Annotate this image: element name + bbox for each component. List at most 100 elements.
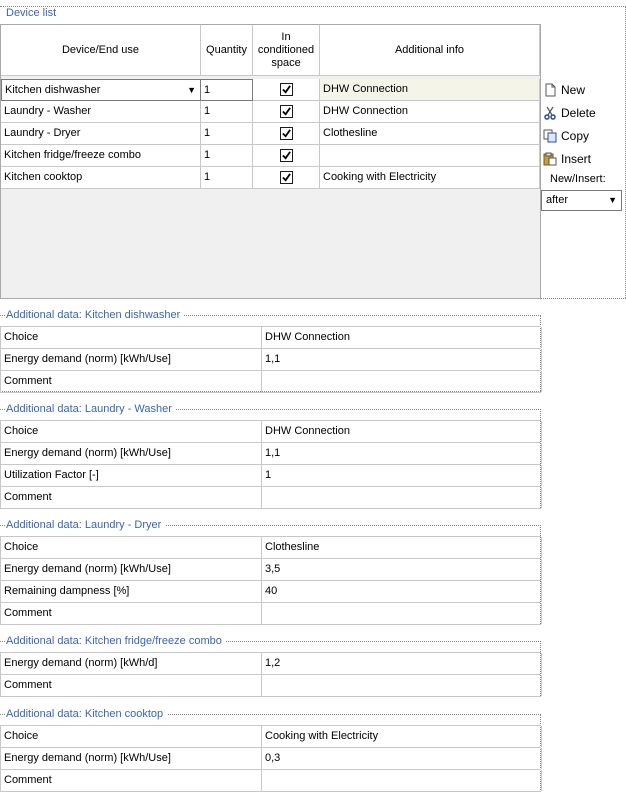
property-row: Comment	[1, 487, 542, 509]
property-row: Energy demand (norm) [kWh/d] 1,2	[1, 653, 542, 675]
property-row: Energy demand (norm) [kWh/Use] 1,1	[1, 349, 542, 371]
info-cell[interactable]: DHW Connection	[320, 79, 540, 101]
property-label: Comment	[1, 487, 262, 508]
info-cell[interactable]	[320, 145, 540, 167]
section-title-cooktop: Additional data: Kitchen cooktop	[6, 708, 168, 721]
property-label: Remaining dampness [%]	[1, 581, 262, 602]
insert-button-label: Insert	[561, 152, 592, 166]
device-name: Kitchen dishwasher	[5, 84, 101, 96]
section-title-washer: Additional data: Laundry - Washer	[6, 403, 176, 416]
property-label: Energy demand (norm) [kWh/Use]	[1, 559, 262, 580]
quantity-input[interactable]: 1	[201, 79, 253, 101]
quantity-cell[interactable]: 1	[201, 167, 253, 189]
quantity-cell[interactable]: 1	[201, 145, 253, 167]
info-cell[interactable]: Clothesline	[320, 123, 540, 145]
device-name[interactable]: Kitchen cooktop	[1, 167, 201, 189]
device-name[interactable]: Laundry - Dryer	[1, 123, 201, 145]
property-value[interactable]: 1	[262, 465, 542, 486]
property-row: Comment	[1, 675, 542, 697]
dropdown-arrow-icon[interactable]: ▼	[608, 195, 617, 205]
cooktop-table: Choice Cooking with Electricity Energy de…	[0, 725, 542, 792]
property-value[interactable]: 1,1	[262, 349, 542, 370]
property-row: Energy demand (norm) [kWh/Use] 1,1	[1, 443, 542, 465]
property-label: Choice	[1, 537, 262, 558]
conditioned-checkbox[interactable]	[280, 149, 293, 162]
scissors-icon	[544, 106, 556, 120]
clipboard-icon	[543, 152, 557, 166]
property-value[interactable]	[262, 770, 542, 791]
property-value[interactable]: 3,5	[262, 559, 542, 580]
delete-button-label: Delete	[561, 106, 596, 120]
device-select[interactable]: Kitchen dishwasher ▼	[1, 79, 201, 101]
property-value[interactable]	[262, 371, 542, 392]
new-button[interactable]: New	[543, 80, 585, 100]
property-row: Comment	[1, 770, 542, 792]
property-row: Remaining dampness [%] 40	[1, 581, 542, 603]
property-label: Utilization Factor [-]	[1, 465, 262, 486]
copy-button-label: Copy	[561, 129, 590, 143]
property-label: Comment	[1, 371, 262, 392]
insert-button[interactable]: Insert	[543, 149, 591, 169]
property-row: Choice DHW Connection	[1, 327, 542, 349]
column-header-conditioned[interactable]: In conditioned space	[253, 25, 320, 76]
conditioned-checkbox[interactable]	[280, 171, 293, 184]
conditioned-checkbox[interactable]	[280, 83, 293, 96]
property-value[interactable]: 40	[262, 581, 542, 602]
device-list-title: Device list	[6, 7, 61, 20]
column-header-info[interactable]: Additional info	[320, 25, 540, 76]
property-label: Choice	[1, 327, 262, 348]
property-row: Choice Clothesline	[1, 537, 542, 559]
info-cell[interactable]: Cooking with Electricity	[320, 167, 540, 189]
property-label: Energy demand (norm) [kWh/Use]	[1, 748, 262, 769]
property-value[interactable]: 0,3	[262, 748, 542, 769]
copy-button[interactable]: Copy	[543, 126, 589, 146]
new-insert-select[interactable]: after ▼	[541, 190, 622, 211]
section-title-dishwasher: Additional data: Kitchen dishwasher	[6, 309, 185, 322]
new-insert-value: after	[546, 194, 569, 206]
fridge-table: Energy demand (norm) [kWh/d] 1,2 Comment	[0, 652, 542, 697]
property-value[interactable]: 1,1	[262, 443, 542, 464]
new-insert-label: New/Insert:	[550, 173, 606, 185]
conditioned-checkbox[interactable]	[280, 127, 293, 140]
washer-table: Choice DHW Connection Energy demand (norm…	[0, 420, 542, 509]
conditioned-checkbox[interactable]	[280, 105, 293, 118]
section-title-dryer: Additional data: Laundry - Dryer	[6, 519, 166, 532]
property-value[interactable]	[262, 487, 542, 508]
property-value[interactable]: Clothesline	[262, 537, 542, 558]
copy-icon	[543, 129, 557, 143]
property-value[interactable]: DHW Connection	[262, 327, 542, 348]
quantity-cell[interactable]: 1	[201, 123, 253, 145]
property-label: Choice	[1, 421, 262, 442]
dropdown-arrow-icon[interactable]: ▼	[187, 80, 196, 100]
section-title-fridge: Additional data: Kitchen fridge/freeze c…	[6, 635, 226, 648]
property-value[interactable]: 1,2	[262, 653, 542, 674]
property-row: Energy demand (norm) [kWh/Use] 3,5	[1, 559, 542, 581]
property-row: Choice Cooking with Electricity	[1, 726, 542, 748]
device-list-grid[interactable]: Device/End use Quantity In conditioned s…	[0, 24, 541, 299]
quantity-cell[interactable]: 1	[201, 101, 253, 123]
property-label: Comment	[1, 603, 262, 624]
property-label: Comment	[1, 770, 262, 791]
property-row: Choice DHW Connection	[1, 421, 542, 443]
property-label: Comment	[1, 675, 262, 696]
dishwasher-table: Choice DHW Connection Energy demand (norm…	[0, 326, 542, 393]
device-name[interactable]: Laundry - Washer	[1, 101, 201, 123]
column-header-device[interactable]: Device/End use	[1, 25, 201, 76]
new-document-icon	[545, 83, 556, 97]
property-value[interactable]: DHW Connection	[262, 421, 542, 442]
property-value[interactable]	[262, 675, 542, 696]
dryer-table: Choice Clothesline Energy demand (norm) […	[0, 536, 542, 625]
property-label: Energy demand (norm) [kWh/d]	[1, 653, 262, 674]
delete-button[interactable]: Delete	[543, 103, 596, 123]
info-cell[interactable]: DHW Connection	[320, 101, 540, 123]
property-value[interactable]: Cooking with Electricity	[262, 726, 542, 747]
property-row: Comment	[1, 603, 542, 625]
property-row: Comment	[1, 371, 542, 393]
column-header-quantity[interactable]: Quantity	[201, 25, 253, 76]
property-value[interactable]	[262, 603, 542, 624]
property-label: Choice	[1, 726, 262, 747]
device-name[interactable]: Kitchen fridge/freeze combo	[1, 145, 201, 167]
property-label: Energy demand (norm) [kWh/Use]	[1, 349, 262, 370]
property-label: Energy demand (norm) [kWh/Use]	[1, 443, 262, 464]
new-button-label: New	[561, 83, 586, 97]
